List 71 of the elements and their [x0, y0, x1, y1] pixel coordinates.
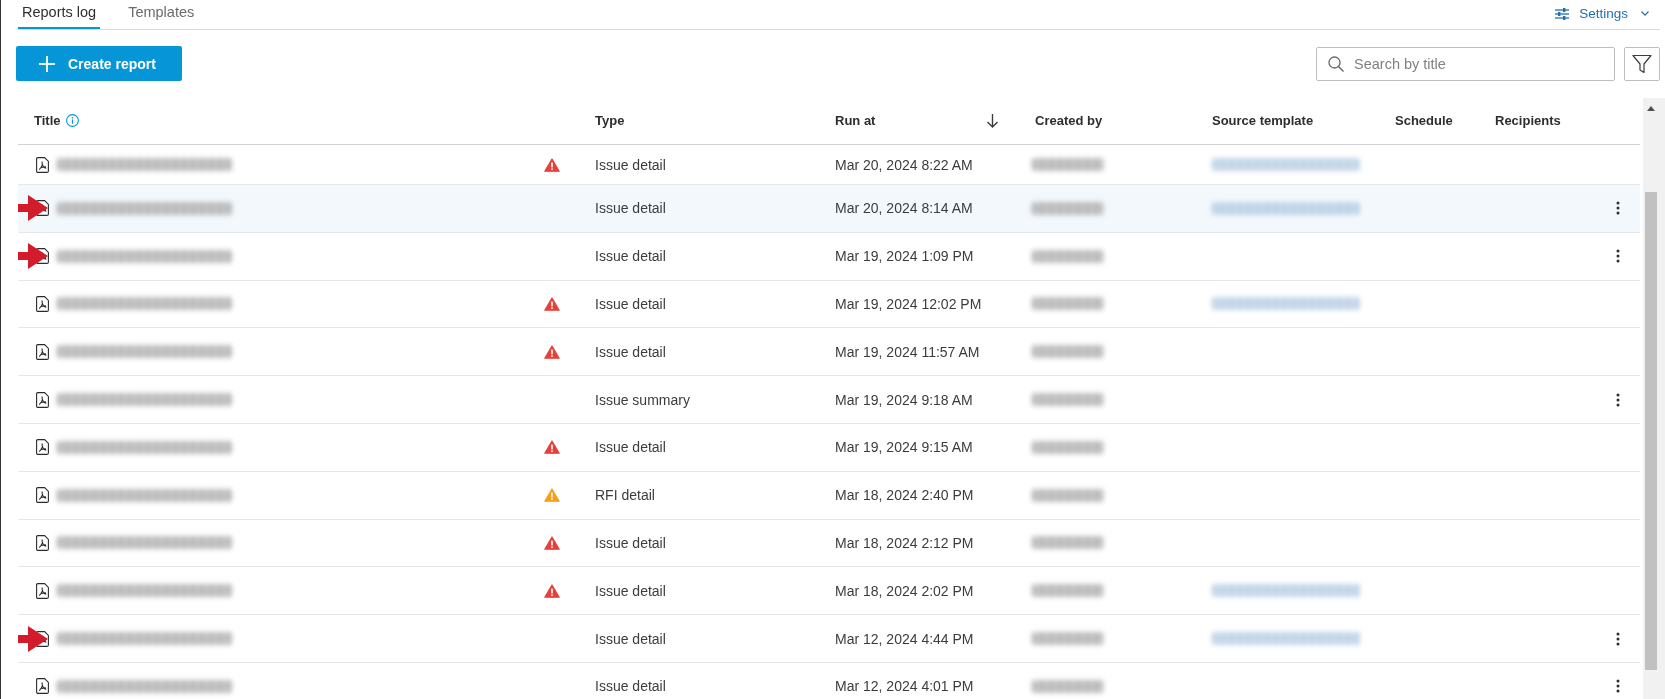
- table-row[interactable]: Issue summary Mar 19, 2024 9:18 AM: [18, 376, 1640, 424]
- column-header[interactable]: Source template: [1212, 113, 1314, 128]
- pdf-icon: [36, 678, 49, 695]
- pdf-icon: [36, 156, 49, 173]
- run-time: Mar 20, 2024 8:22 AM: [835, 156, 973, 173]
- run-time: Mar 18, 2024 2:40 PM: [835, 487, 974, 504]
- tab[interactable]: Reports log: [18, 0, 101, 29]
- report-type: Issue detail: [595, 248, 666, 265]
- column-header[interactable]: Created by: [1035, 113, 1103, 128]
- run-time: Mar 18, 2024 2:12 PM: [835, 534, 974, 551]
- pdf-icon: [36, 439, 49, 456]
- report-type: Issue detail: [595, 630, 666, 647]
- pdf-icon: [36, 487, 49, 504]
- report-type: Issue detail: [595, 200, 666, 217]
- pdf-icon: [36, 534, 49, 551]
- table-row[interactable]: Issue detail Mar 12, 2024 4:01 PM: [18, 662, 1640, 699]
- more-icon[interactable]: [1616, 392, 1620, 407]
- scrollbar-thumb[interactable]: [1645, 192, 1657, 670]
- run-time: Mar 12, 2024 4:44 PM: [835, 630, 974, 647]
- table-row[interactable]: Issue detail Mar 12, 2024 4:44 PM: [18, 615, 1640, 663]
- pdf-icon: [36, 296, 49, 312]
- run-time: Mar 19, 2024 12:02 PM: [835, 296, 982, 312]
- chevron-down-icon: [1641, 11, 1649, 16]
- table-row[interactable]: Issue detail Mar 19, 2024 9:15 AM: [18, 424, 1640, 472]
- pdf-icon: [36, 343, 49, 360]
- report-type: Issue summary: [595, 391, 690, 408]
- filter-button[interactable]: [1624, 46, 1660, 81]
- run-time: Mar 19, 2024 9:15 AM: [835, 439, 973, 456]
- tab[interactable]: Templates: [124, 0, 199, 29]
- settings-button[interactable]: Settings: [1555, 0, 1660, 29]
- report-type: Issue detail: [595, 439, 666, 456]
- run-time: Mar 19, 2024 9:18 AM: [835, 391, 973, 408]
- funnel-icon: [1632, 53, 1652, 74]
- search-field[interactable]: Search by title: [1316, 46, 1615, 81]
- table-row[interactable]: Issue detail Mar 18, 2024 2:02 PM: [18, 567, 1640, 616]
- plus-icon: [39, 55, 55, 72]
- table-row[interactable]: Issue detail Mar 18, 2024 2:12 PM: [18, 519, 1640, 568]
- report-type: Issue detail: [595, 343, 666, 360]
- table-row[interactable]: Issue detail Mar 19, 2024 11:57 AM: [18, 328, 1640, 377]
- column-header[interactable]: Run at: [835, 113, 876, 128]
- info-icon[interactable]: [65, 114, 79, 127]
- table-row[interactable]: Issue detail Mar 19, 2024 1:09 PM: [18, 232, 1640, 281]
- table-row[interactable]: Issue detail Mar 19, 2024 12:02 PM: [18, 280, 1640, 329]
- more-icon[interactable]: [1616, 249, 1620, 264]
- sliders-icon: [1555, 7, 1570, 20]
- pdf-icon: [36, 391, 49, 408]
- run-time: Mar 18, 2024 2:02 PM: [835, 582, 974, 599]
- table-row[interactable]: Issue detail Mar 20, 2024 8:14 AM: [18, 185, 1640, 233]
- report-type: Issue detail: [595, 534, 666, 551]
- run-time: Mar 19, 2024 11:57 AM: [835, 343, 980, 360]
- column-header[interactable]: Title: [34, 113, 61, 128]
- column-header[interactable]: Type: [595, 113, 625, 128]
- report-type: RFI detail: [595, 487, 655, 504]
- column-header[interactable]: Schedule: [1395, 113, 1453, 128]
- more-icon[interactable]: [1616, 201, 1620, 216]
- table-row[interactable]: RFI detail Mar 18, 2024 2:40 PM: [18, 471, 1640, 520]
- search-icon: [1328, 55, 1344, 72]
- run-time: Mar 20, 2024 8:14 AM: [835, 200, 973, 217]
- column-header[interactable]: Recipients: [1495, 113, 1561, 128]
- scrollbar[interactable]: [1643, 98, 1665, 699]
- scroll-up-icon[interactable]: [1647, 106, 1655, 111]
- more-icon[interactable]: [1616, 679, 1620, 694]
- more-icon[interactable]: [1616, 631, 1620, 646]
- run-time: Mar 19, 2024 1:09 PM: [835, 248, 974, 265]
- arrow-down-icon[interactable]: [987, 113, 998, 128]
- report-type: Issue detail: [595, 582, 666, 599]
- report-type: Issue detail: [595, 678, 666, 695]
- report-type: Issue detail: [595, 156, 666, 173]
- pdf-icon: [36, 582, 49, 599]
- report-type: Issue detail: [595, 296, 666, 312]
- run-time: Mar 12, 2024 4:01 PM: [835, 678, 974, 695]
